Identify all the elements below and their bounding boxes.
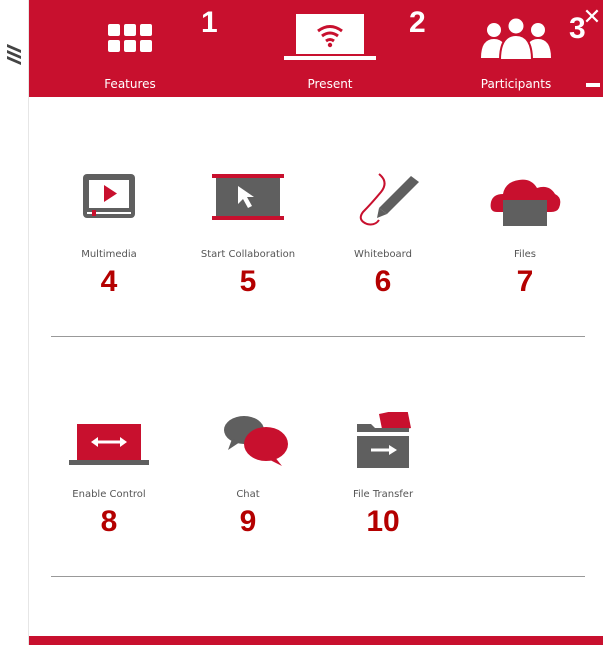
bottom-bar	[29, 636, 603, 645]
chat-icon	[224, 416, 288, 466]
tab-present-label: Present	[307, 77, 353, 91]
feature-start-collaboration-label: Start Collaboration	[200, 249, 296, 260]
marker-4: 4	[100, 265, 118, 298]
feature-chat-label: Chat	[236, 489, 260, 500]
minimize-button[interactable]	[586, 83, 600, 87]
feature-multimedia-label: Multimedia	[81, 249, 137, 260]
marker-5: 5	[239, 265, 257, 298]
feature-files[interactable]: Files 7	[460, 172, 590, 312]
close-button[interactable]: ✕	[582, 6, 602, 28]
feature-whiteboard[interactable]: Whiteboard 6	[318, 172, 448, 312]
marker-7: 7	[516, 265, 534, 298]
enable-control-icon	[69, 424, 149, 465]
tab-participants-label: Participants	[480, 77, 552, 91]
file-transfer-icon	[357, 412, 411, 468]
feature-enable-control-label: Enable Control	[72, 489, 146, 500]
collaboration-icon	[212, 174, 284, 220]
top-nav-bar: Features 1 Present 2 Participants 3	[29, 0, 603, 97]
marker-6: 6	[374, 265, 392, 298]
feature-multimedia[interactable]: Multimedia 4	[44, 172, 174, 312]
cloud-files-icon	[490, 179, 561, 226]
marker-10: 10	[366, 505, 400, 538]
feature-enable-control[interactable]: Enable Control 8	[44, 412, 174, 552]
whiteboard-pen-icon	[359, 173, 419, 226]
participants-icon	[481, 16, 551, 61]
tab-participants[interactable]: Participants	[461, 0, 571, 97]
marker-1: 1	[201, 6, 218, 39]
multimedia-icon	[83, 174, 135, 218]
wireless-present-icon	[284, 14, 376, 60]
feature-chat[interactable]: Chat 9	[183, 412, 313, 552]
marker-2: 2	[409, 6, 426, 39]
feature-start-collaboration[interactable]: Start Collaboration 5	[183, 172, 313, 312]
logo-icon	[7, 44, 21, 65]
feature-files-label: Files	[514, 249, 536, 260]
marker-9: 9	[239, 505, 257, 538]
tab-features[interactable]: Features	[74, 0, 186, 97]
tab-features-label: Features	[104, 77, 156, 91]
divider-row-2	[51, 576, 585, 577]
feature-whiteboard-label: Whiteboard	[354, 249, 412, 260]
marker-8: 8	[100, 505, 118, 538]
side-strip	[0, 0, 29, 645]
grid-icon	[108, 24, 152, 52]
feature-file-transfer[interactable]: File Transfer 10	[318, 412, 448, 552]
divider-row-1	[51, 336, 585, 337]
tab-present[interactable]: Present	[267, 0, 393, 97]
feature-file-transfer-label: File Transfer	[352, 489, 414, 500]
